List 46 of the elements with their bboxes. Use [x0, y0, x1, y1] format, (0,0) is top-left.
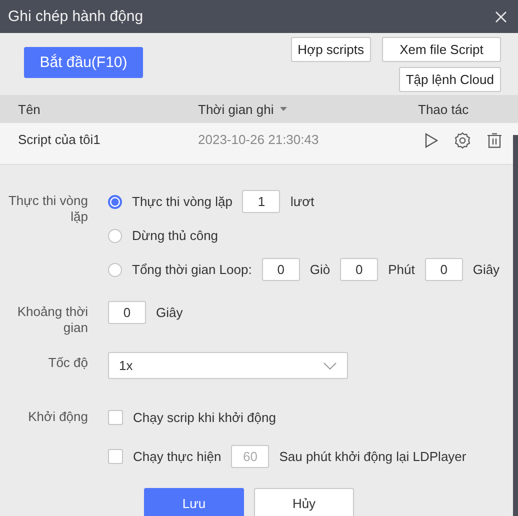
- chevron-down-icon: [323, 362, 337, 370]
- close-icon[interactable]: [495, 10, 507, 22]
- toolbar-button[interactable]: Xem file Script: [382, 37, 501, 62]
- play-icon[interactable]: [425, 133, 438, 148]
- option-label: Dừng thủ công: [132, 228, 218, 243]
- trash-icon[interactable]: [487, 133, 502, 148]
- speed-dropdown[interactable]: 1x: [108, 352, 348, 379]
- field-label: Khởi động: [27, 408, 88, 426]
- scrollbar-thumb[interactable]: [513, 135, 518, 516]
- record-time: 2023-10-26 21:30:43: [198, 132, 319, 147]
- time-field[interactable]: 0: [340, 258, 378, 281]
- toolbar-button[interactable]: Tập lệnh Cloud: [398, 67, 501, 92]
- unit-label: lươt: [290, 194, 314, 209]
- unit-label: Phút: [388, 262, 415, 277]
- unit-label: Giây: [472, 262, 500, 277]
- radio-button[interactable]: [108, 228, 122, 242]
- column-header[interactable]: Tên: [18, 102, 40, 116]
- interval-field[interactable]: 0: [108, 301, 146, 324]
- option-label: Tổng thời gian Loop:: [132, 262, 252, 277]
- cancel-button[interactable]: Hủy: [254, 488, 354, 516]
- settings-icon[interactable]: [454, 132, 471, 149]
- checkbox[interactable]: [108, 410, 123, 425]
- field-label: Thực thi vòng lặp: [7, 192, 88, 226]
- field-label: Tốc độ: [47, 354, 88, 372]
- option-label: Chạy scrip khi khởi động: [133, 410, 276, 425]
- minutes-field[interactable]: 60: [231, 445, 270, 468]
- option-label: Thực thi vòng lặp: [132, 194, 232, 209]
- checkbox[interactable]: [108, 449, 123, 464]
- time-field[interactable]: 0: [424, 258, 463, 281]
- column-header[interactable]: Thao tác: [418, 102, 469, 116]
- save-button[interactable]: Lưu: [144, 488, 244, 516]
- time-field[interactable]: 0: [262, 258, 300, 281]
- option-label: Sau phút khởi động lại LDPlayer: [279, 449, 466, 464]
- count-field[interactable]: 1: [242, 190, 280, 213]
- radio-button[interactable]: [108, 194, 122, 208]
- option-label: Chạy thực hiện: [133, 449, 222, 464]
- radio-button[interactable]: [108, 262, 122, 276]
- toolbar-button[interactable]: Hợp scripts: [290, 37, 371, 62]
- field-label: Khoảng thời gian: [16, 303, 88, 336]
- unit-label: Giây: [156, 305, 183, 320]
- start-button[interactable]: Bắt đầu(F10): [24, 47, 143, 78]
- script-name: Script của tôi1: [18, 132, 100, 147]
- window-title: Ghi chép hành động: [8, 8, 144, 25]
- unit-label: Giò: [310, 262, 330, 277]
- sort-caret-icon[interactable]: [280, 107, 287, 111]
- column-header[interactable]: Thời gian ghi: [198, 102, 274, 116]
